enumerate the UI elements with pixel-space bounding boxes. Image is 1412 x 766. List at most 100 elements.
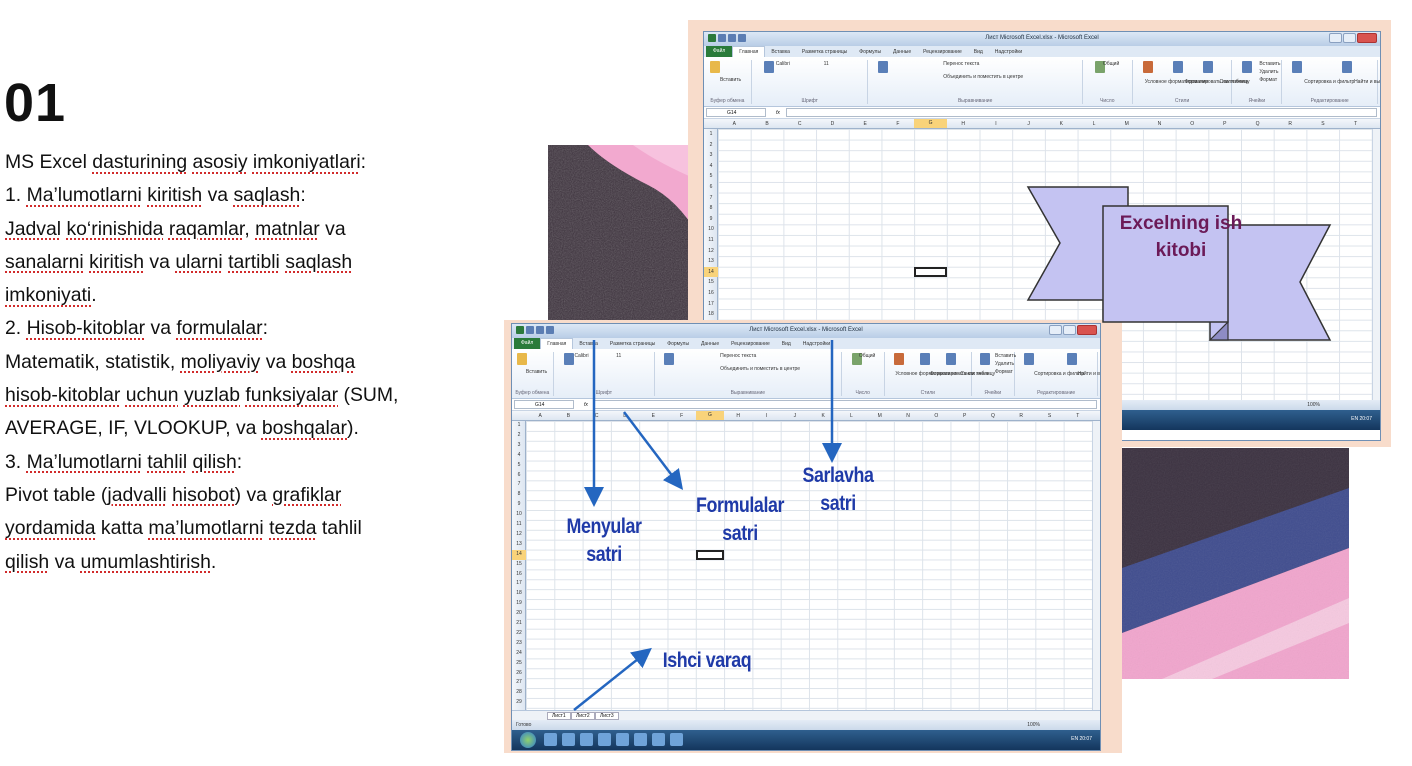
flagged-word: Ma’lumotlarni xyxy=(26,184,142,207)
title-bar: Лист Microsoft Excel.xlsx - Microsoft Ex… xyxy=(704,32,1380,46)
column-header: S xyxy=(1047,413,1052,419)
name-box[interactable]: G14 xyxy=(514,400,574,409)
ribbon-group-label: Буфер обмена xyxy=(710,98,745,104)
ribbon-group-label: Буфер обмена xyxy=(515,390,550,396)
ribbon-icon xyxy=(1342,61,1353,73)
name-box[interactable]: G14 xyxy=(706,108,766,117)
ribbon-tab[interactable]: Данные xyxy=(695,341,725,347)
row-header: 13 xyxy=(708,258,714,265)
vertical-scrollbar[interactable] xyxy=(1092,421,1100,710)
text-line: yordamida katta ma’lumotlarni tezda tahl… xyxy=(5,512,500,545)
text-segment: : xyxy=(236,450,243,473)
ribbon-tab[interactable]: Надстройки xyxy=(797,341,836,347)
row-header: 4 xyxy=(517,451,521,458)
formula-input[interactable] xyxy=(785,108,1377,117)
taskbar-app-icon[interactable] xyxy=(670,733,683,746)
row-header: 7 xyxy=(517,481,521,488)
text-segment: va xyxy=(144,250,176,273)
minimize-icon xyxy=(1329,33,1342,43)
ribbon-tab[interactable]: Надстройки xyxy=(989,49,1028,55)
ribbon-group-label: Ячейки xyxy=(1248,98,1266,104)
start-button-icon[interactable] xyxy=(520,732,536,748)
ribbon-tab[interactable]: Формулы xyxy=(661,341,695,347)
close-icon xyxy=(1077,325,1097,335)
ribbon-tab[interactable]: Данные xyxy=(887,49,917,55)
ribbon-group-label: Число xyxy=(1100,98,1115,104)
sheet-tab[interactable]: Лист2 xyxy=(571,712,595,720)
taskbar-app-icon[interactable] xyxy=(544,733,557,746)
row-header: 21 xyxy=(516,620,522,626)
flagged-word: yordamida xyxy=(5,517,96,540)
ribbon-group-label: Редактирование xyxy=(1310,98,1349,104)
flagged-word: ularni xyxy=(175,250,223,273)
flagged-word: imkoniyati xyxy=(5,284,92,307)
ribbon-group-label: Выравнивание xyxy=(957,98,993,104)
ribbon-tab[interactable]: Главная xyxy=(732,46,766,57)
ribbon-group-label: Стили xyxy=(1174,98,1190,104)
ribbon-tab[interactable]: Формулы xyxy=(853,49,887,55)
sheet-tab[interactable]: Лист1 xyxy=(547,712,571,720)
ribbon-tabs: Файл Главная Вставка Разметка страницы Форму… xyxy=(704,46,1380,57)
taskbar-app-icon[interactable] xyxy=(652,733,665,746)
column-header: O xyxy=(1190,121,1195,127)
row-header: 19 xyxy=(516,600,522,607)
flagged-word: tahlil xyxy=(147,450,188,473)
column-header: R xyxy=(1019,413,1024,419)
flagged-word: funksiyalar xyxy=(245,384,339,407)
ribbon-label: Объединить и поместить в центре xyxy=(720,366,801,372)
taskbar-app-icon[interactable] xyxy=(580,733,593,746)
ribbon-tab[interactable]: Рецензирование xyxy=(725,341,776,347)
ribbon-tab[interactable]: Файл xyxy=(706,46,733,57)
ribbon-icon xyxy=(763,61,774,73)
flagged-word: boshqalar xyxy=(261,417,348,440)
text-segment: MS Excel xyxy=(5,151,93,173)
row-header: 3 xyxy=(709,152,713,159)
ribbon: Буфер обмена Шрифт Выравнивание Число Стили Я… xyxy=(512,349,1100,399)
vertical-scrollbar[interactable] xyxy=(1372,129,1380,400)
flagged-word: ko‘rinishida xyxy=(66,217,164,240)
ribbon-tab[interactable]: Разметка страницы xyxy=(604,341,661,347)
ribbon-tab[interactable]: Вид xyxy=(776,341,797,347)
text-line: MS Excel dasturining asosiy imkoniyatlar… xyxy=(5,146,500,179)
zoom-level: 100% xyxy=(1027,722,1040,728)
column-header: H xyxy=(961,121,966,127)
ribbon-icon xyxy=(980,353,991,365)
sheet-tab[interactable]: Лист3 xyxy=(595,712,619,720)
selected-cell xyxy=(914,266,947,278)
row-header: 10 xyxy=(708,226,714,233)
column-header: D xyxy=(623,413,627,419)
minimize-icon xyxy=(1049,325,1062,335)
row-header: 13 xyxy=(516,540,522,547)
text-segment: . xyxy=(210,550,217,573)
ribbon-tab[interactable]: Файл xyxy=(514,338,541,349)
ribbon-label: Calibri xyxy=(775,61,790,67)
ribbon-label: Удалить xyxy=(995,361,1015,367)
row-header: 16 xyxy=(708,290,714,296)
row-header: 10 xyxy=(516,511,522,518)
text-segment: 3. xyxy=(5,450,27,473)
formula-input[interactable] xyxy=(593,400,1097,409)
slide-number: 01 xyxy=(4,73,67,133)
ribbon-label: Перенос текста xyxy=(720,353,757,359)
ribbon-tab[interactable]: Рецензирование xyxy=(917,49,968,55)
flagged-word: hisobot xyxy=(172,483,235,506)
taskbar-app-icon[interactable] xyxy=(598,733,611,746)
column-header: L xyxy=(850,413,853,419)
ribbon-icon xyxy=(1202,61,1213,73)
taskbar-app-icon[interactable] xyxy=(562,733,575,746)
ribbon-label: Объединить и поместить в центре xyxy=(943,74,1024,80)
ribbon-label: Стили ячеек xyxy=(1219,79,1249,85)
ribbon-tab[interactable]: Вставка xyxy=(573,341,604,347)
row-header: 9 xyxy=(709,215,713,222)
ribbon-tab[interactable]: Вставка xyxy=(765,49,796,55)
ribbon-tab[interactable]: Вид xyxy=(968,49,989,55)
taskbar-app-icon[interactable] xyxy=(616,733,629,746)
status-text: Готово xyxy=(516,722,532,728)
ribbon-tab[interactable]: Главная xyxy=(540,338,574,349)
ribbon-label: Вставить xyxy=(1259,61,1281,67)
taskbar-app-icon[interactable] xyxy=(634,733,647,746)
ribbon-tab[interactable]: Разметка страницы xyxy=(796,49,853,55)
row-header: 2 xyxy=(517,431,521,438)
ribbon-icon xyxy=(709,61,720,73)
ribbon-icon xyxy=(1067,353,1078,365)
